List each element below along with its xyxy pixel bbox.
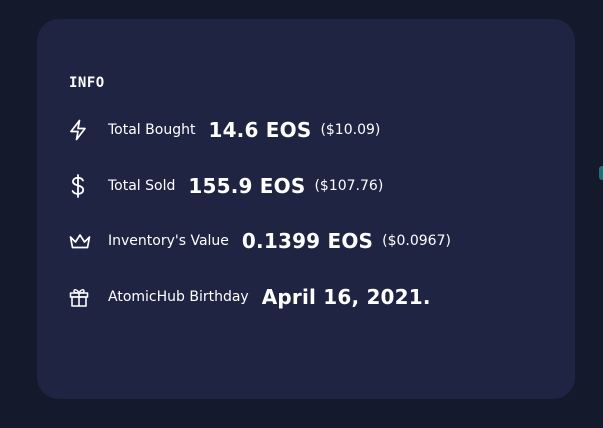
birthday-label: AtomicHub Birthday	[108, 289, 249, 305]
total-bought-label: Total Bought	[108, 122, 196, 138]
total-bought-value: 14.6 EOS	[208, 118, 312, 142]
info-card: INFO Total Bought 14.6 EOS ($10.09) Tota…	[37, 19, 575, 399]
dollar-icon	[68, 174, 94, 198]
info-title: INFO	[69, 75, 105, 91]
total-sold-value: 155.9 EOS	[188, 174, 306, 198]
inventory-value-label: Inventory's Value	[108, 233, 229, 249]
total-sold-label: Total Sold	[108, 178, 176, 194]
birthday-value: April 16, 2021.	[261, 285, 431, 309]
info-row-birthday: AtomicHub Birthday April 16, 2021.	[68, 282, 440, 312]
inventory-value-value: 0.1399 EOS	[241, 229, 374, 253]
info-row-total-bought: Total Bought 14.6 EOS ($10.09)	[68, 115, 380, 145]
edge-indicator	[599, 166, 603, 180]
total-bought-usd: ($10.09)	[320, 122, 381, 138]
total-sold-usd: ($107.76)	[314, 178, 384, 194]
gift-icon	[68, 285, 94, 309]
info-row-total-sold: Total Sold 155.9 EOS ($107.76)	[68, 171, 383, 201]
crown-icon	[68, 229, 94, 253]
inventory-value-usd: ($0.0967)	[382, 233, 451, 249]
info-row-inventory-value: Inventory's Value 0.1399 EOS ($0.0967)	[68, 226, 451, 256]
lightning-icon	[68, 118, 94, 142]
